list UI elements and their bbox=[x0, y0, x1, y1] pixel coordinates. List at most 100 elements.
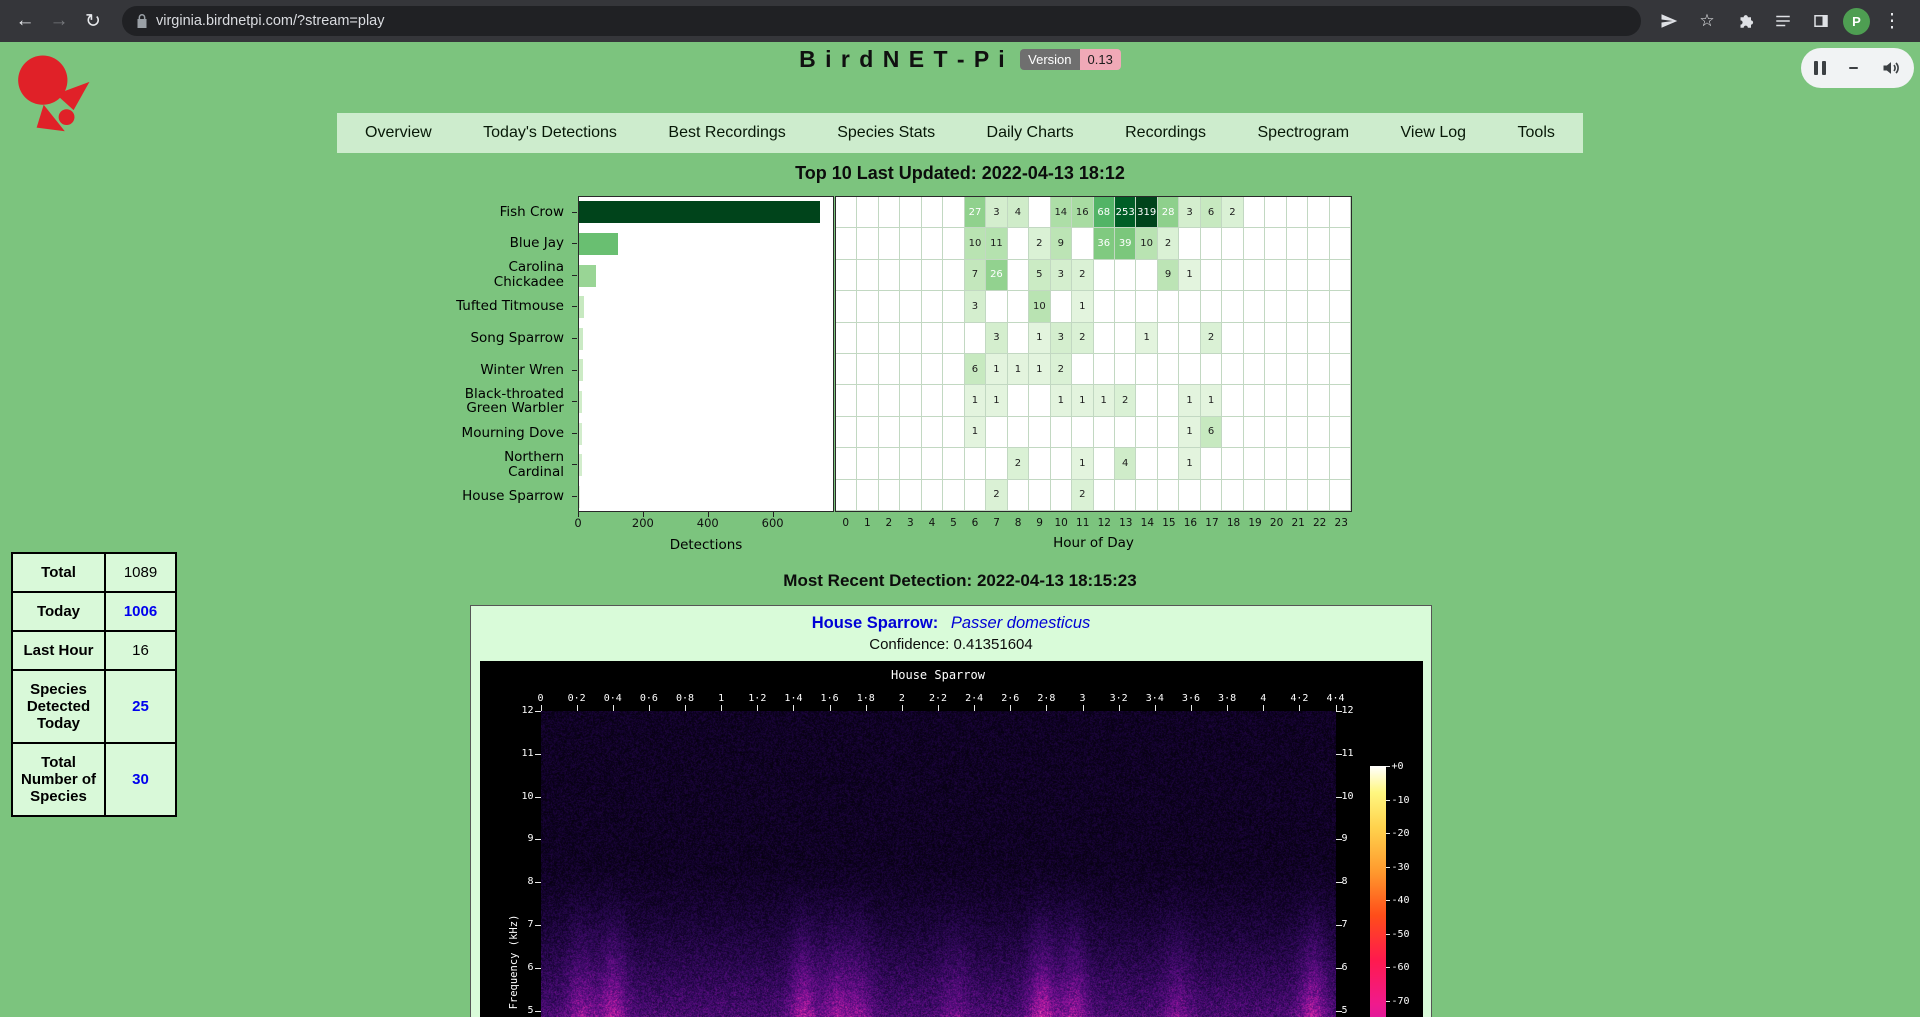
freq-tickmark-right bbox=[1336, 711, 1342, 712]
heat-cell bbox=[1008, 291, 1029, 322]
heat-cell bbox=[1308, 228, 1329, 259]
back-button[interactable]: ← bbox=[8, 4, 42, 38]
reading-list-button[interactable] bbox=[1767, 5, 1799, 37]
spectrogram-image bbox=[541, 711, 1336, 1017]
heat-cell bbox=[1308, 197, 1329, 228]
colorbar-tick-label: -20 bbox=[1392, 828, 1410, 839]
species-label: Northern Cardinal bbox=[430, 449, 570, 481]
stats-value-link[interactable]: 1006 bbox=[124, 603, 157, 620]
heat-cell: 68 bbox=[1094, 197, 1115, 228]
detections-bar bbox=[579, 265, 596, 287]
heat-cell: 2 bbox=[1158, 228, 1179, 259]
heat-cell bbox=[836, 228, 857, 259]
stats-label: Species Detected Today bbox=[12, 670, 105, 743]
top10-heading: Top 10 Last Updated: 2022-04-13 18:12 bbox=[0, 163, 1920, 184]
time-tickmark bbox=[793, 705, 794, 711]
heat-cell bbox=[1136, 417, 1157, 448]
forward-icon: → bbox=[50, 10, 69, 32]
stats-value-link[interactable]: 30 bbox=[132, 771, 149, 788]
heat-cell bbox=[1136, 385, 1157, 416]
reload-button[interactable]: ↻ bbox=[76, 4, 110, 38]
kebab-menu-icon: ⋮ bbox=[1883, 10, 1902, 33]
heat-cell bbox=[1008, 228, 1029, 259]
nav-item-recordings[interactable]: Recordings bbox=[1115, 124, 1216, 142]
heat-cell: 2 bbox=[1072, 260, 1093, 291]
heat-cell: 6 bbox=[1201, 417, 1222, 448]
browser-toolbar: ← → ↻ virginia.birdnetpi.com/?stream=pla… bbox=[0, 0, 1920, 42]
detections-bar bbox=[579, 454, 582, 476]
hour-tick-label: 4 bbox=[929, 517, 936, 529]
species-label-text: Carolina Chickadee bbox=[452, 260, 564, 289]
heat-cell: 1 bbox=[986, 354, 1007, 385]
heat-cell: 1 bbox=[1179, 385, 1200, 416]
extensions-button[interactable] bbox=[1729, 5, 1761, 37]
send-button[interactable] bbox=[1653, 5, 1685, 37]
heat-cell bbox=[1330, 417, 1351, 448]
species-link[interactable]: House Sparrow: bbox=[812, 614, 939, 632]
heat-cell bbox=[836, 291, 857, 322]
heat-cell bbox=[879, 354, 900, 385]
heat-cell bbox=[1008, 323, 1029, 354]
heat-cell bbox=[1265, 354, 1286, 385]
species-label: Blue Jay bbox=[430, 228, 570, 260]
nav-item-view-log[interactable]: View Log bbox=[1391, 124, 1477, 142]
freq-tick-label-left: 5 bbox=[510, 1005, 534, 1016]
heat-cell bbox=[1287, 480, 1308, 511]
heat-cell bbox=[1308, 291, 1329, 322]
heat-cell: 319 bbox=[1136, 197, 1157, 228]
star-icon: ☆ bbox=[1699, 11, 1714, 31]
nav-item-best-recordings[interactable]: Best Recordings bbox=[658, 124, 795, 142]
profile-avatar[interactable]: P bbox=[1843, 8, 1870, 35]
freq-tickmark-left bbox=[535, 882, 541, 883]
heat-cell bbox=[922, 228, 943, 259]
scientific-name-link[interactable]: Passer domesticus bbox=[951, 614, 1090, 632]
address-bar[interactable]: virginia.birdnetpi.com/?stream=play bbox=[122, 6, 1641, 36]
heat-cell bbox=[1094, 448, 1115, 479]
heat-cell bbox=[1094, 291, 1115, 322]
stats-value: 16 bbox=[105, 631, 176, 670]
bookmark-button[interactable]: ☆ bbox=[1691, 5, 1723, 37]
freq-tick-label-left: 9 bbox=[510, 833, 534, 844]
time-tickmark bbox=[1191, 705, 1192, 711]
time-tick-label: 2·6 bbox=[1001, 693, 1019, 704]
browser-menu-button[interactable]: ⋮ bbox=[1876, 5, 1908, 37]
heat-cell bbox=[1287, 385, 1308, 416]
freq-tickmark-right bbox=[1336, 754, 1342, 755]
forward-button[interactable]: → bbox=[42, 4, 76, 38]
heat-cell bbox=[836, 354, 857, 385]
pause-button[interactable] bbox=[1814, 61, 1826, 75]
heat-cell bbox=[1265, 448, 1286, 479]
nav-item-overview[interactable]: Overview bbox=[355, 124, 442, 142]
heat-cell: 3 bbox=[986, 197, 1007, 228]
hour-tick-label: 22 bbox=[1313, 517, 1326, 529]
heat-cell bbox=[900, 228, 921, 259]
stats-value-link[interactable]: 25 bbox=[132, 698, 149, 715]
nav-item-spectrogram[interactable]: Spectrogram bbox=[1248, 124, 1360, 142]
nav-item-tools[interactable]: Tools bbox=[1508, 124, 1565, 142]
freq-tickmark-left bbox=[535, 1011, 541, 1012]
heat-cell bbox=[1136, 448, 1157, 479]
nav-item-daily-charts[interactable]: Daily Charts bbox=[977, 124, 1084, 142]
hour-tick-label: 11 bbox=[1076, 517, 1089, 529]
nav-item-species-stats[interactable]: Species Stats bbox=[827, 124, 945, 142]
heat-cell bbox=[879, 480, 900, 511]
species-label: Song Sparrow bbox=[430, 322, 570, 354]
audio-player[interactable] bbox=[1801, 48, 1914, 88]
send-icon bbox=[1660, 12, 1678, 30]
heat-cell: 2 bbox=[1115, 385, 1136, 416]
heat-cell bbox=[900, 385, 921, 416]
back-icon: ← bbox=[16, 10, 35, 32]
top10-chart: Fish CrowBlue JayCarolina ChickadeeTufte… bbox=[430, 196, 1360, 561]
nav-item-today-s-detections[interactable]: Today's Detections bbox=[473, 124, 627, 142]
volume-icon[interactable] bbox=[1881, 58, 1901, 78]
heat-cell bbox=[836, 323, 857, 354]
masthead: B i r d N E T - P i Version 0.13 bbox=[0, 46, 1920, 73]
heat-cell bbox=[1179, 228, 1200, 259]
stats-table: Total1089Today1006Last Hour16Species Det… bbox=[11, 552, 177, 817]
heat-cell: 4 bbox=[1008, 197, 1029, 228]
side-panel-button[interactable] bbox=[1805, 5, 1837, 37]
hour-tick-label: 5 bbox=[950, 517, 957, 529]
heat-cell bbox=[1072, 228, 1093, 259]
heat-cell: 1 bbox=[1072, 291, 1093, 322]
heat-cell: 6 bbox=[965, 354, 986, 385]
